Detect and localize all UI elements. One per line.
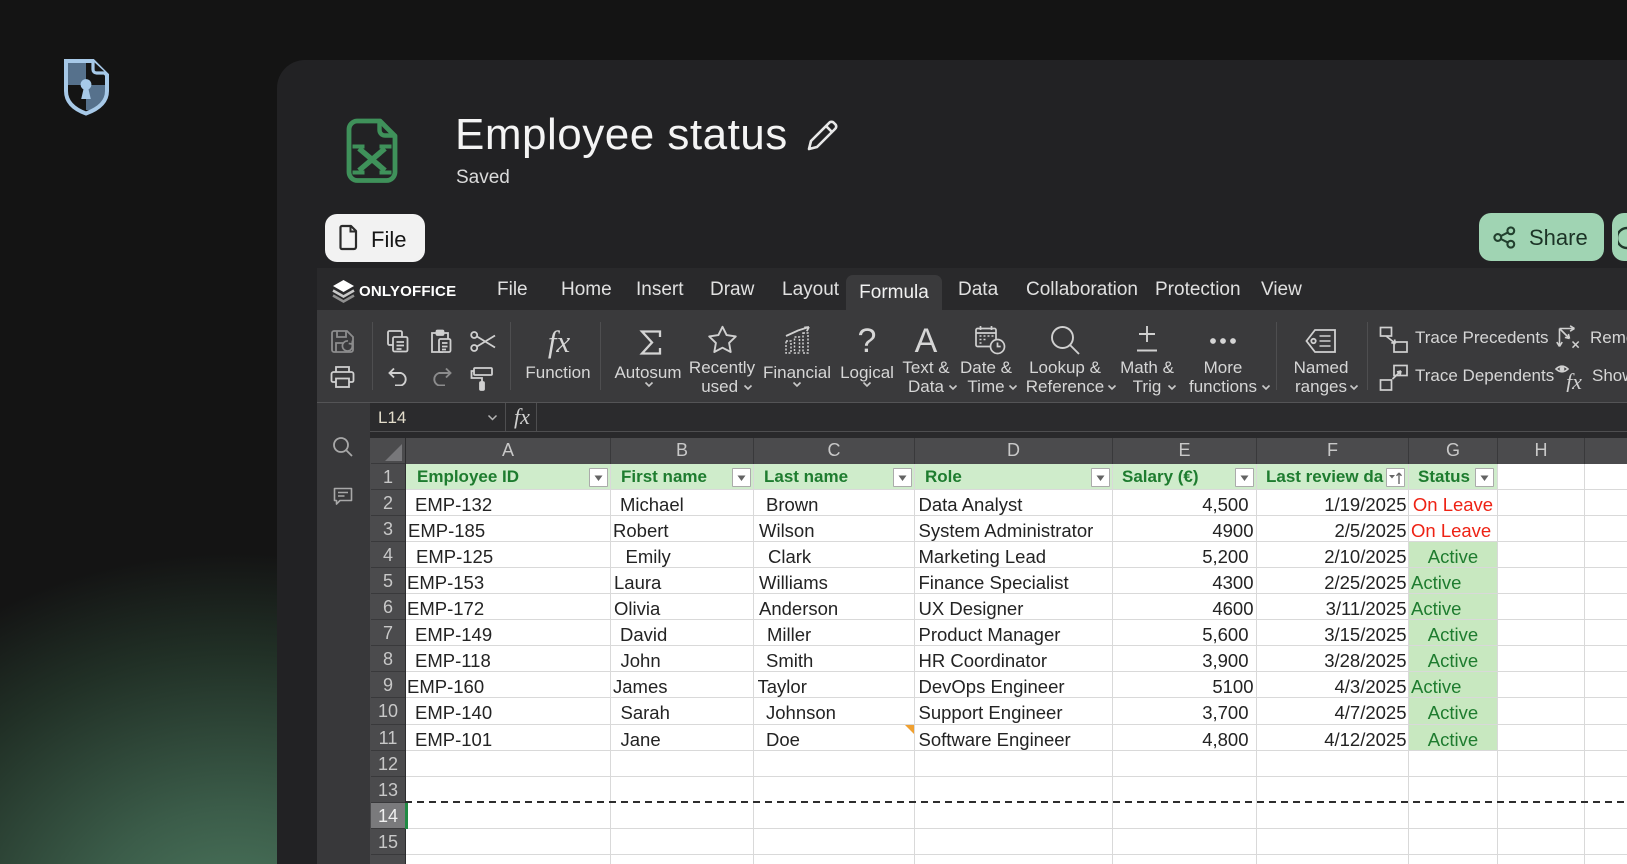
svg-text:fx: fx [1566, 369, 1582, 392]
